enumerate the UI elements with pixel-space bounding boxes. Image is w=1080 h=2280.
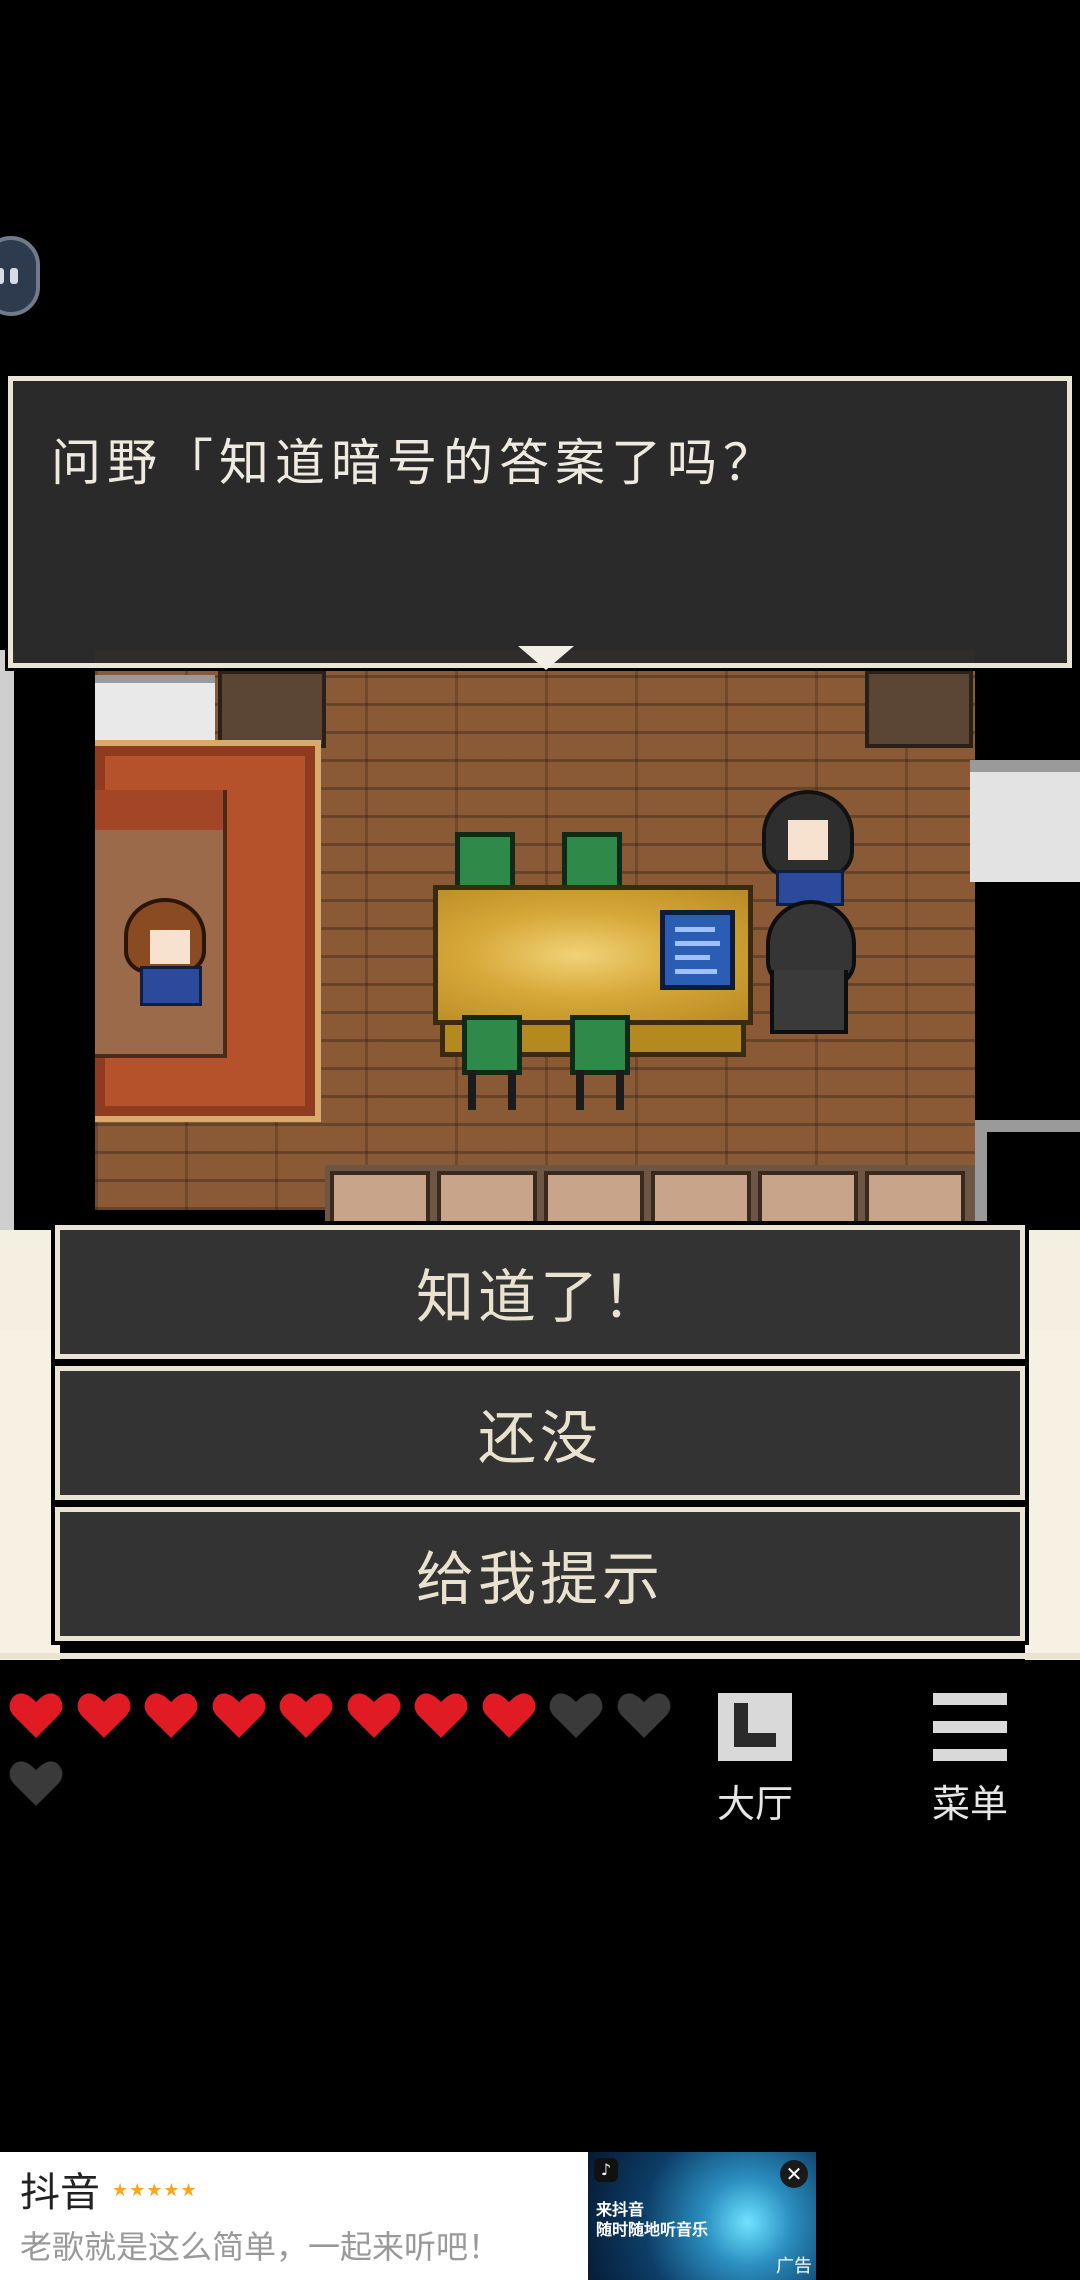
player-body	[770, 970, 848, 1034]
window-right	[970, 760, 1080, 882]
heart-full-icon	[411, 1690, 471, 1743]
npc-girl-uniform	[140, 966, 202, 1006]
heart-full-icon	[344, 1690, 403, 1743]
blue-tablet-clue[interactable]	[660, 910, 735, 990]
heart-full-icon	[74, 1690, 133, 1743]
bottom-wall	[325, 1165, 975, 1225]
heart-full-icon	[141, 1690, 201, 1743]
assistant-eye-icon	[0, 268, 4, 284]
ad-tag: 广告	[776, 2256, 812, 2277]
choice-not-yet-button[interactable]: 还没	[51, 1362, 1029, 1504]
chair-leg	[468, 1070, 476, 1110]
heart-empty-icon	[6, 1758, 66, 1811]
ad-rating-stars: ★★★★★	[112, 2180, 198, 2201]
ad-image[interactable]: ♪ 来抖音 随时随地听音乐 ✕ 广告	[588, 2152, 816, 2280]
ad-banner[interactable]: 抖音 ★★★★★ 老歌就是这么简单，一起来听吧！ ♪ 来抖音 随时随地听音乐 ✕…	[0, 2152, 816, 2280]
dialog-continue-arrow-icon	[518, 646, 574, 670]
floating-assistant-button[interactable]	[0, 236, 40, 316]
counter-top	[95, 790, 223, 830]
heart-empty-icon	[614, 1690, 673, 1743]
ad-close-button[interactable]: ✕	[780, 2160, 808, 2188]
window-left	[95, 675, 215, 743]
hud-divider	[0, 1653, 1080, 1659]
lobby-label: 大厅	[716, 1782, 793, 1826]
chair	[462, 1015, 522, 1075]
chair-leg	[576, 1070, 584, 1110]
ad-image-line2: 随时随地听音乐	[596, 2220, 709, 2239]
choice-hint-button[interactable]: 给我提示	[51, 1503, 1029, 1645]
left-wall	[0, 650, 14, 1250]
menu-hamburger-icon	[933, 1693, 1007, 1761]
menu-button[interactable]: 菜单	[915, 1693, 1025, 1828]
ad-title: 抖音	[20, 2170, 100, 2216]
heart-full-icon	[479, 1690, 538, 1743]
scene-edge-left	[0, 1330, 60, 1660]
chair-leg	[616, 1070, 624, 1110]
scene-edge-right	[1025, 1330, 1080, 1660]
chair	[455, 832, 515, 892]
chair-leg	[508, 1070, 516, 1110]
pillar-right	[865, 670, 973, 748]
ad-description: 老歌就是这么简单，一起来听吧！	[20, 2228, 501, 2266]
pillar-left	[218, 670, 326, 748]
lobby-button[interactable]: 大厅	[700, 1693, 810, 1828]
menu-label: 菜单	[931, 1782, 1008, 1826]
heart-full-icon	[276, 1690, 336, 1743]
heart-empty-icon	[546, 1690, 606, 1743]
douyin-logo-icon: ♪	[594, 2158, 618, 2182]
choice-know-button[interactable]: 知道了！	[51, 1221, 1029, 1363]
npc-girl-face	[788, 820, 828, 860]
lobby-icon	[718, 1693, 792, 1761]
heart-full-icon	[6, 1690, 66, 1743]
dialog-text: 问野「知道暗号的答案了吗？	[51, 434, 779, 492]
npc-girl-face	[150, 930, 190, 964]
chair	[562, 832, 622, 892]
assistant-eye-icon	[10, 268, 18, 284]
health-hearts	[0, 1680, 700, 1820]
dialog-box[interactable]: 问野「知道暗号的答案了吗？	[5, 373, 1075, 671]
heart-full-icon	[209, 1690, 268, 1743]
chair	[570, 1015, 630, 1075]
